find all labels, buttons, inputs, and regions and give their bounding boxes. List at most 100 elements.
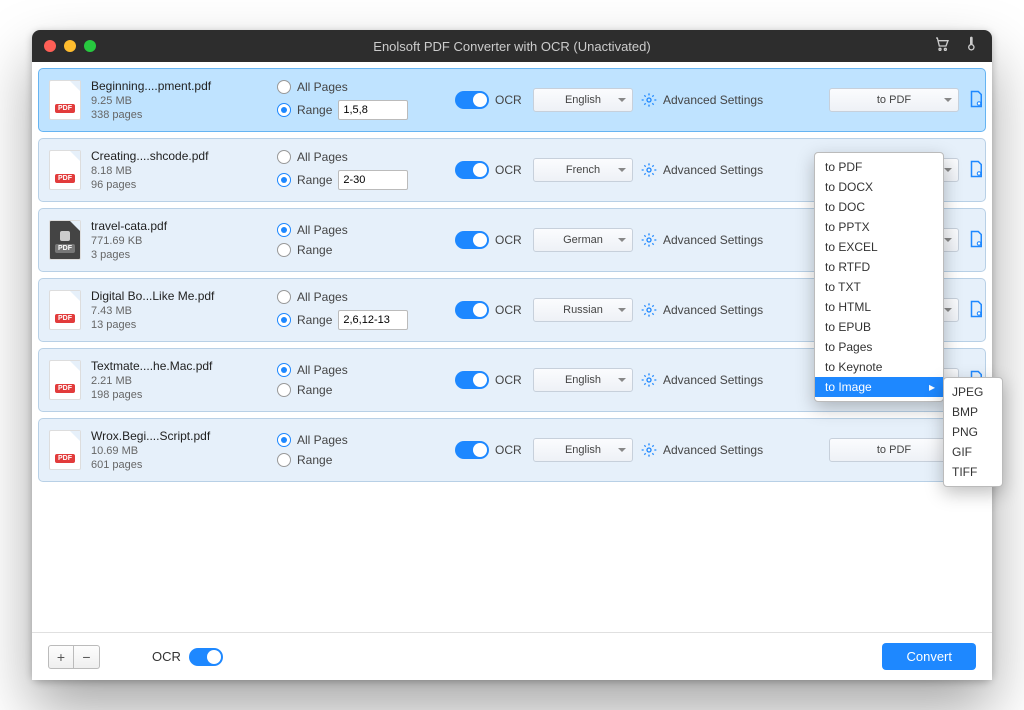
all-pages-radio[interactable] bbox=[277, 223, 291, 237]
format-option[interactable]: to DOCX bbox=[815, 177, 943, 197]
row-ocr-toggle[interactable] bbox=[455, 91, 489, 109]
advanced-settings-link[interactable]: Advanced Settings bbox=[663, 93, 763, 107]
ocr-label: OCR bbox=[495, 443, 522, 457]
ocr-label: OCR bbox=[495, 93, 522, 107]
range-label: Range bbox=[297, 103, 332, 117]
file-name: Wrox.Begi....Script.pdf bbox=[91, 429, 210, 443]
export-icon[interactable] bbox=[967, 299, 1003, 322]
file-pages: 13 pages bbox=[91, 319, 214, 331]
range-label: Range bbox=[297, 453, 332, 467]
export-icon[interactable] bbox=[967, 159, 1003, 182]
range-radio[interactable] bbox=[277, 453, 291, 467]
advanced-settings-link[interactable]: Advanced Settings bbox=[663, 233, 763, 247]
export-icon[interactable] bbox=[967, 89, 1003, 112]
file-type-icon: PDF bbox=[49, 150, 81, 190]
language-select[interactable]: English bbox=[533, 368, 633, 392]
range-input[interactable] bbox=[338, 170, 408, 190]
image-format-option[interactable]: TIFF bbox=[944, 462, 1002, 482]
advanced-settings-link[interactable]: Advanced Settings bbox=[663, 303, 763, 317]
range-radio[interactable] bbox=[277, 383, 291, 397]
gear-icon bbox=[641, 162, 657, 178]
language-select[interactable]: French bbox=[533, 158, 633, 182]
window-title: Enolsoft PDF Converter with OCR (Unactiv… bbox=[32, 39, 992, 54]
format-dropdown[interactable]: to PDFto DOCXto DOCto PPTXto EXCELto RTF… bbox=[814, 152, 944, 402]
all-pages-radio[interactable] bbox=[277, 363, 291, 377]
format-option[interactable]: to HTML bbox=[815, 297, 943, 317]
add-file-button[interactable]: + bbox=[48, 645, 74, 669]
all-pages-radio[interactable] bbox=[277, 433, 291, 447]
all-pages-label: All Pages bbox=[297, 363, 348, 377]
gear-icon bbox=[641, 92, 657, 108]
range-radio[interactable] bbox=[277, 173, 291, 187]
file-pages: 601 pages bbox=[91, 459, 210, 471]
advanced-settings-link[interactable]: Advanced Settings bbox=[663, 373, 763, 387]
format-option[interactable]: to PPTX bbox=[815, 217, 943, 237]
file-type-icon: PDF bbox=[49, 220, 81, 260]
format-option[interactable]: to RTFD bbox=[815, 257, 943, 277]
image-format-submenu[interactable]: JPEGBMPPNGGIFTIFF bbox=[943, 377, 1003, 487]
bottom-toolbar: + − OCR Convert bbox=[32, 632, 992, 680]
file-pages: 96 pages bbox=[91, 179, 208, 191]
format-select[interactable]: to PDF bbox=[829, 88, 959, 112]
range-radio[interactable] bbox=[277, 243, 291, 257]
file-name: travel-cata.pdf bbox=[91, 219, 167, 233]
format-option[interactable]: to EXCEL bbox=[815, 237, 943, 257]
row-ocr-toggle[interactable] bbox=[455, 301, 489, 319]
language-select[interactable]: Russian bbox=[533, 298, 633, 322]
app-window: Enolsoft PDF Converter with OCR (Unactiv… bbox=[32, 30, 992, 680]
bottom-ocr-toggle[interactable] bbox=[189, 648, 223, 666]
range-radio[interactable] bbox=[277, 313, 291, 327]
format-option[interactable]: to Image bbox=[815, 377, 943, 397]
language-select[interactable]: German bbox=[533, 228, 633, 252]
remove-file-button[interactable]: − bbox=[74, 645, 100, 669]
file-name: Textmate....he.Mac.pdf bbox=[91, 359, 212, 373]
file-type-icon: PDF bbox=[49, 430, 81, 470]
file-row[interactable]: PDFWrox.Begi....Script.pdf10.69 MB601 pa… bbox=[38, 418, 986, 482]
file-row[interactable]: PDF Beginning....pment.pdf 9.25 MB 338 page… bbox=[38, 68, 986, 132]
row-ocr-toggle[interactable] bbox=[455, 161, 489, 179]
file-size: 8.18 MB bbox=[91, 165, 208, 177]
export-icon[interactable] bbox=[967, 229, 1003, 252]
format-option[interactable]: to TXT bbox=[815, 277, 943, 297]
format-option[interactable]: to Pages bbox=[815, 337, 943, 357]
image-format-option[interactable]: BMP bbox=[944, 402, 1002, 422]
all-pages-radio[interactable] bbox=[277, 290, 291, 304]
range-label: Range bbox=[297, 243, 332, 257]
image-format-option[interactable]: JPEG bbox=[944, 382, 1002, 402]
all-pages-radio[interactable] bbox=[277, 150, 291, 164]
format-option[interactable]: to Keynote bbox=[815, 357, 943, 377]
advanced-settings-link[interactable]: Advanced Settings bbox=[663, 443, 763, 457]
gear-icon bbox=[641, 442, 657, 458]
advanced-settings-link[interactable]: Advanced Settings bbox=[663, 163, 763, 177]
row-ocr-toggle[interactable] bbox=[455, 231, 489, 249]
file-type-icon: PDF bbox=[49, 80, 81, 120]
file-size: 9.25 MB bbox=[91, 95, 211, 107]
image-format-option[interactable]: PNG bbox=[944, 422, 1002, 442]
all-pages-label: All Pages bbox=[297, 433, 348, 447]
image-format-option[interactable]: GIF bbox=[944, 442, 1002, 462]
convert-button[interactable]: Convert bbox=[882, 643, 976, 670]
language-select[interactable]: English bbox=[533, 438, 633, 462]
language-select[interactable]: English bbox=[533, 88, 633, 112]
gear-icon bbox=[641, 372, 657, 388]
format-option[interactable]: to PDF bbox=[815, 157, 943, 177]
format-option[interactable]: to EPUB bbox=[815, 317, 943, 337]
format-select[interactable]: to PDF bbox=[829, 438, 959, 462]
file-type-icon: PDF bbox=[49, 360, 81, 400]
file-size: 771.69 KB bbox=[91, 235, 167, 247]
range-radio[interactable] bbox=[277, 103, 291, 117]
file-pages: 338 pages bbox=[91, 109, 211, 121]
row-ocr-toggle[interactable] bbox=[455, 371, 489, 389]
ocr-label: OCR bbox=[495, 303, 522, 317]
range-input[interactable] bbox=[338, 100, 408, 120]
format-option[interactable]: to DOC bbox=[815, 197, 943, 217]
all-pages-radio[interactable] bbox=[277, 80, 291, 94]
range-label: Range bbox=[297, 383, 332, 397]
file-name: Beginning....pment.pdf bbox=[91, 79, 211, 93]
gear-icon bbox=[641, 302, 657, 318]
file-name: Digital Bo...Like Me.pdf bbox=[91, 289, 214, 303]
row-ocr-toggle[interactable] bbox=[455, 441, 489, 459]
ocr-label: OCR bbox=[495, 163, 522, 177]
range-input[interactable] bbox=[338, 310, 408, 330]
bottom-ocr-label: OCR bbox=[152, 649, 181, 664]
